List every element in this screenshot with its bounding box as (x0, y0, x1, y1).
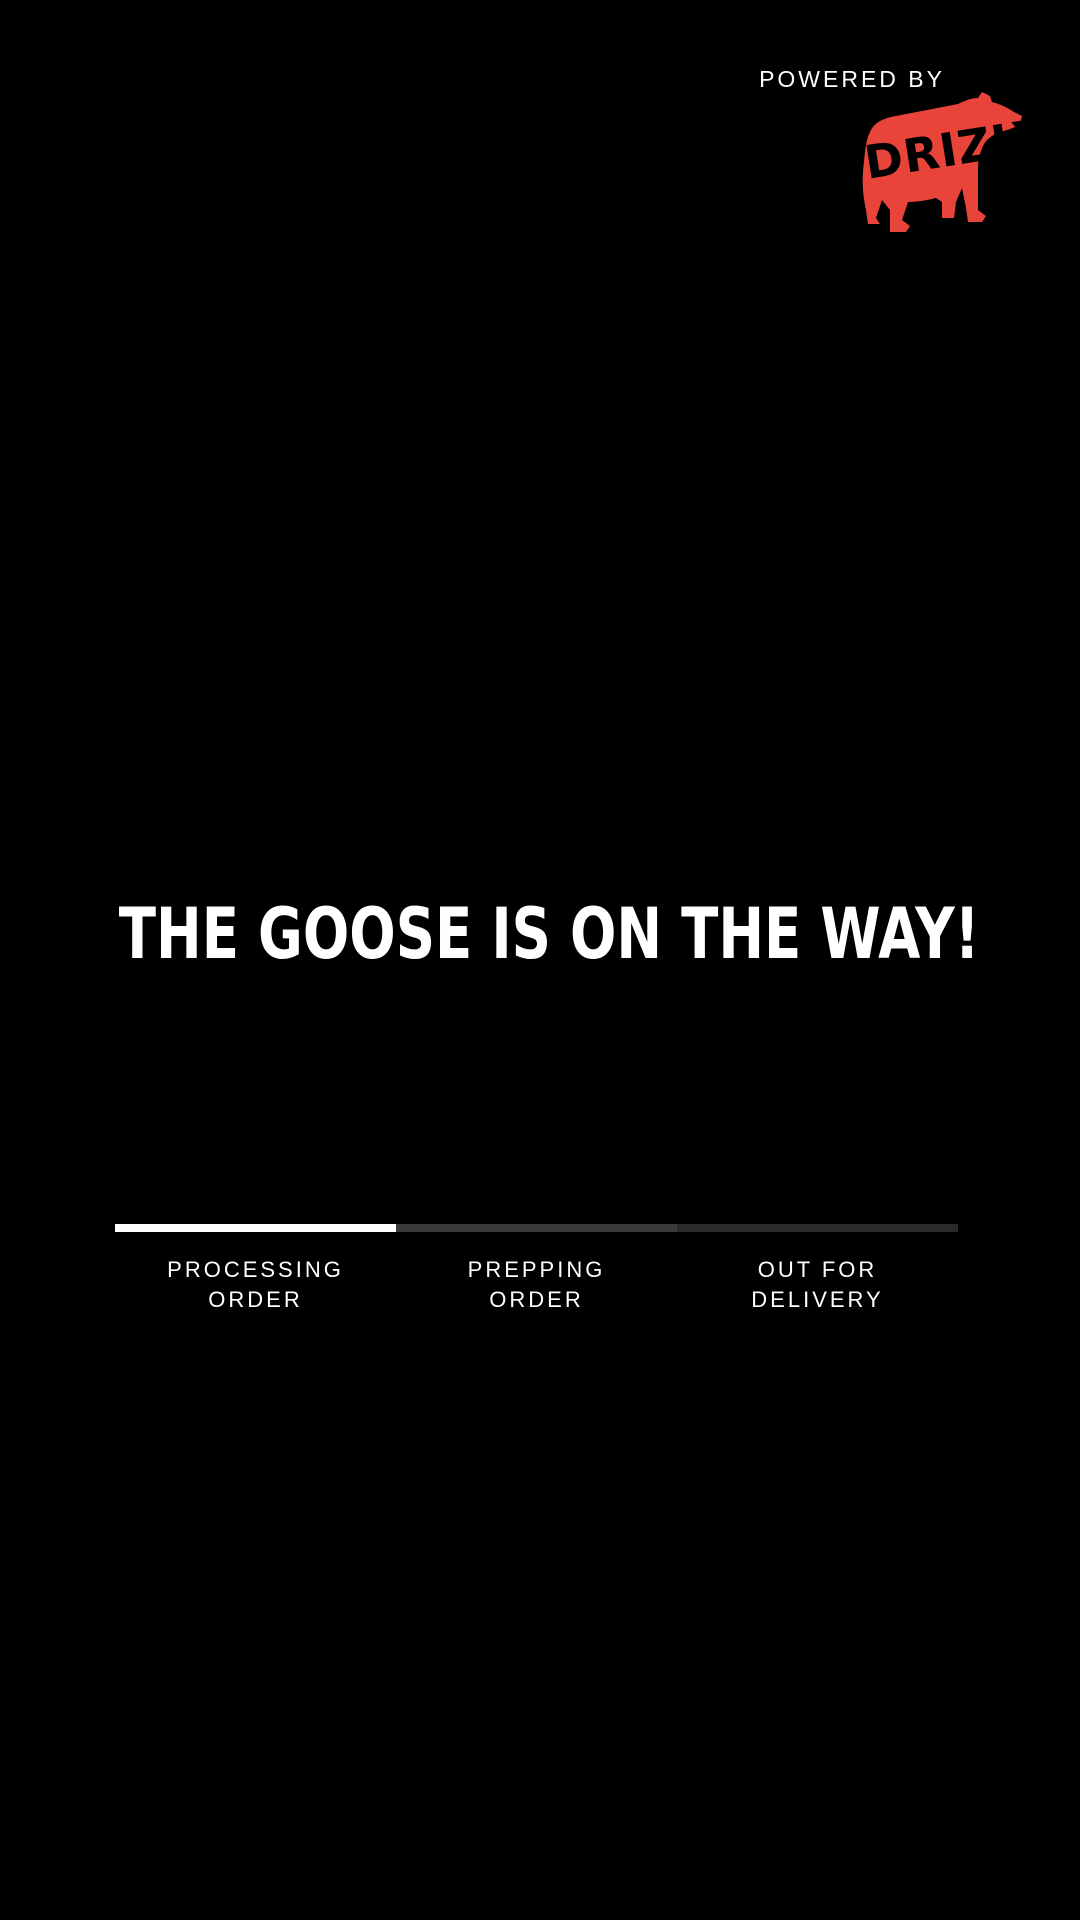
progress-segment-processing (115, 1224, 396, 1232)
order-progress-bar (115, 1224, 958, 1232)
step-label-prepping-order: PREPPING ORDER (467, 1257, 606, 1312)
step-label-out-for-delivery: OUT FOR DELIVERY (751, 1257, 884, 1312)
order-status-headline: THE GOOSE IS ON THE WAY! (118, 893, 980, 975)
step-label-processing-order: PROCESSING ORDER (167, 1257, 344, 1312)
progress-segment-delivery (677, 1224, 958, 1232)
powered-by-label: POWERED BY (759, 66, 945, 92)
progress-segment-prepping (396, 1224, 677, 1232)
order-steps: PROCESSING ORDER PREPPING ORDER OUT FOR … (115, 1255, 958, 1315)
drizly-bear-logo: DRIZLY (862, 92, 1022, 234)
